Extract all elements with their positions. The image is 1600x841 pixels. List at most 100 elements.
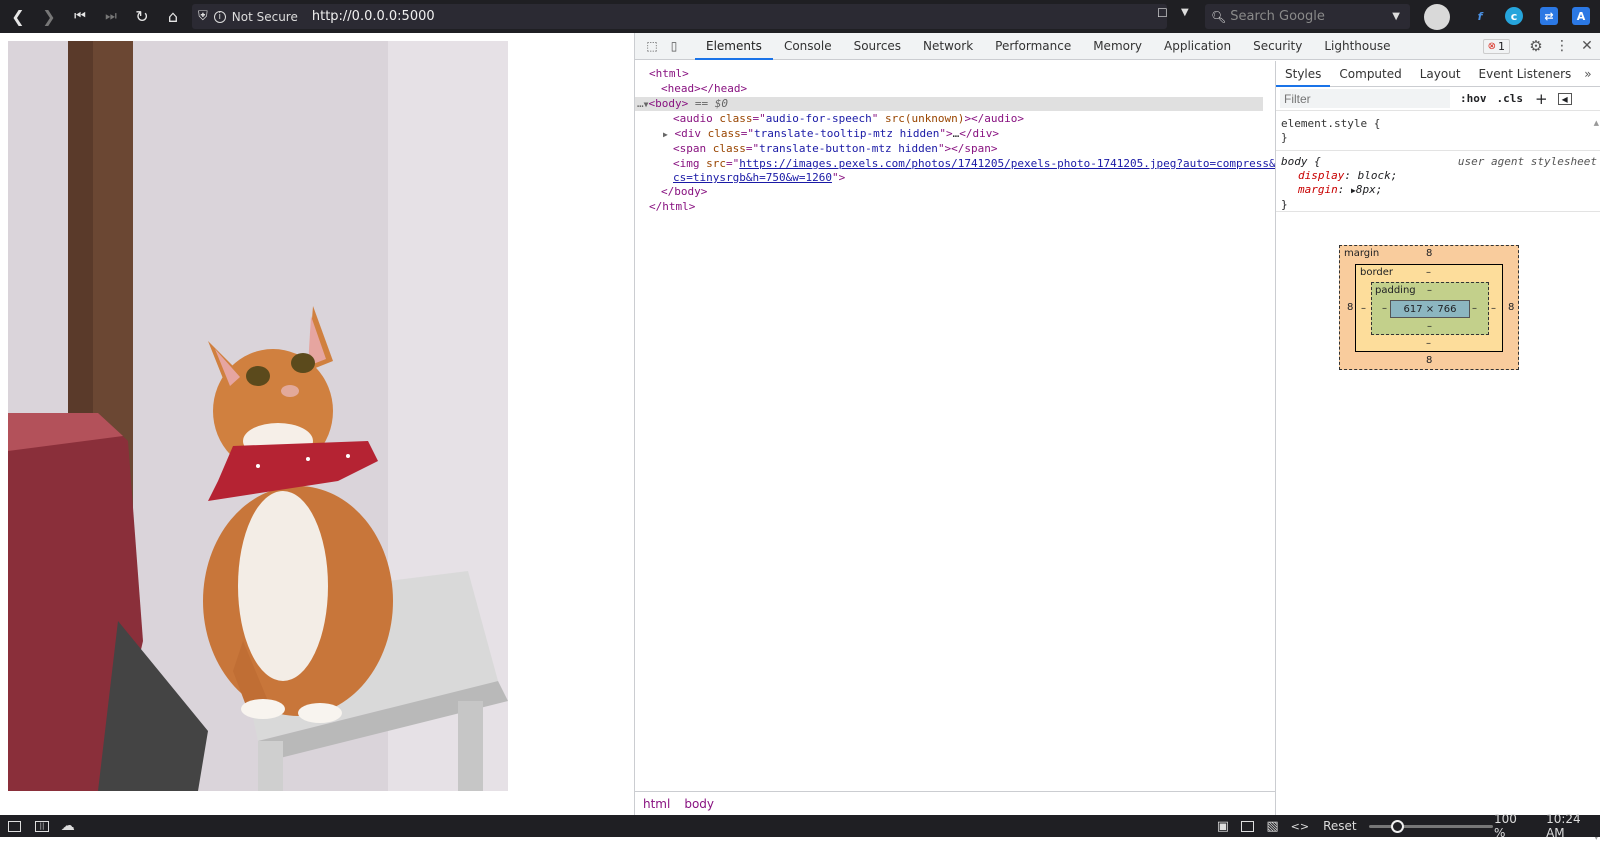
tab-event-listeners[interactable]: Event Listeners	[1470, 61, 1581, 87]
content-size: 617 × 766	[1403, 303, 1457, 315]
scroll-up-icon[interactable]: ▲	[1594, 119, 1599, 127]
home-icon[interactable]: ⌂	[160, 4, 186, 30]
padding-bottom-value[interactable]: –	[1427, 321, 1432, 332]
search-box[interactable]: 🔍︎ ▼	[1205, 4, 1410, 29]
dom-img-cont[interactable]: cs=tinysrgb&h=750&w=1260">	[673, 171, 845, 185]
margin-bottom-value[interactable]: 8	[1426, 355, 1432, 366]
cat-photo	[8, 41, 508, 791]
html-open-tag: <html>	[649, 67, 689, 80]
hov-toggle[interactable]: :hov	[1460, 92, 1487, 105]
settings-icon[interactable]: ⚙	[1522, 37, 1550, 55]
chevron-down-icon[interactable]: ▼	[1181, 7, 1189, 18]
dom-div[interactable]: ▶ <div class="translate-tooltip-mtz hidd…	[663, 127, 999, 142]
reset-zoom-button[interactable]: Reset	[1323, 819, 1357, 833]
window-icon[interactable]	[1241, 820, 1255, 832]
code-icon[interactable]: <>	[1291, 820, 1309, 833]
span-class-value: translate-button-mtz hidden	[759, 142, 938, 155]
zoom-level: 100 %	[1494, 812, 1517, 840]
last-page-icon[interactable]: ⏭	[98, 4, 124, 30]
add-rule-icon[interactable]: +	[1535, 90, 1548, 108]
error-icon: ⊗	[1487, 40, 1496, 52]
info-icon[interactable]: i	[213, 10, 226, 23]
dom-span[interactable]: <span class="translate-button-mtz hidden…	[673, 142, 998, 156]
zoom-slider-thumb[interactable]	[1390, 820, 1404, 833]
border-label: border	[1360, 267, 1394, 278]
image-icon[interactable]: ▧	[1266, 819, 1278, 834]
bookmark-icon[interactable]: ☐	[1157, 6, 1168, 20]
box-model-diagram: margin 8 8 8 8 border – – – – padding – …	[1339, 245, 1519, 370]
extension-translate-icon[interactable]: ⇄	[1540, 7, 1558, 25]
search-icon: 🔍︎	[1211, 9, 1227, 24]
element-style-close: }	[1281, 131, 1288, 144]
element-style-rule: element.style { }	[1281, 117, 1380, 145]
cls-toggle[interactable]: .cls	[1497, 92, 1524, 105]
error-badge[interactable]: ⊗ 1	[1482, 38, 1510, 54]
dom-html-open[interactable]: <html>	[649, 67, 689, 81]
ellipsis-icon: …	[637, 97, 644, 110]
clock: 10:24 AM	[1546, 812, 1581, 840]
avatar[interactable]	[1424, 4, 1450, 30]
dom-html-close[interactable]: </html>	[649, 200, 695, 214]
tab-performance[interactable]: Performance	[984, 33, 1082, 60]
search-input[interactable]	[1230, 9, 1381, 24]
extension-translate2-icon[interactable]: A	[1572, 7, 1590, 25]
body-close-tag: </body>	[661, 185, 708, 198]
url-text[interactable]: http://0.0.0.0:5000	[312, 9, 435, 24]
dom-body-close[interactable]: </body>	[661, 185, 707, 199]
more-tabs-icon[interactable]: »	[1584, 67, 1591, 81]
reload-icon[interactable]: ↻	[129, 4, 155, 30]
more-options-icon[interactable]: ⋮	[1550, 38, 1574, 54]
tab-elements[interactable]: Elements	[695, 33, 773, 60]
back-icon[interactable]: ❮	[5, 4, 31, 30]
toggle-sidebar-icon[interactable]: ◂	[1557, 92, 1572, 106]
img-src-link-cont[interactable]: cs=tinysrgb&h=750&w=1260	[673, 171, 832, 184]
inspect-element-icon[interactable]: ⬚	[641, 39, 663, 53]
img-src-link[interactable]: https://images.pexels.com/photos/1741205…	[739, 157, 1275, 170]
border-top-value[interactable]: –	[1426, 267, 1431, 278]
padding-top-value[interactable]: –	[1427, 285, 1432, 296]
forward-icon[interactable]: ❯	[36, 4, 62, 30]
first-page-icon[interactable]: ⏮	[67, 4, 93, 30]
border-left-value[interactable]: –	[1361, 303, 1366, 314]
breadcrumb-body[interactable]: body	[684, 797, 714, 811]
device-toolbar-icon[interactable]: ▯	[663, 39, 685, 53]
breadcrumb-html[interactable]: html	[643, 797, 670, 811]
tab-computed[interactable]: Computed	[1330, 61, 1410, 87]
sidebar-toggle-icon[interactable]	[8, 820, 22, 832]
border-right-value[interactable]: –	[1491, 303, 1496, 314]
tab-console[interactable]: Console	[773, 33, 843, 60]
tab-lighthouse[interactable]: Lighthouse	[1313, 33, 1401, 60]
margin-right-value[interactable]: 8	[1508, 302, 1514, 313]
dom-head[interactable]: <head></head>	[661, 82, 747, 96]
tab-network[interactable]: Network	[912, 33, 984, 60]
padding-left-value[interactable]: –	[1382, 303, 1387, 314]
margin-top-value[interactable]: 8	[1426, 248, 1432, 259]
extension-f-icon[interactable]: f	[1471, 7, 1489, 25]
dom-img[interactable]: <img src="https://images.pexels.com/phot…	[673, 157, 1276, 171]
extension-c-icon[interactable]: c	[1505, 7, 1523, 25]
dom-audio[interactable]: <audio class="audio-for-speech" src(unkn…	[673, 112, 1024, 126]
zoom-slider[interactable]	[1368, 820, 1493, 833]
border-bottom-value[interactable]: –	[1426, 338, 1431, 349]
padding-right-value[interactable]: –	[1472, 303, 1477, 314]
audio-class-value: audio-for-speech	[765, 112, 872, 125]
address-bar[interactable]: ⛨ i Not Secure http://0.0.0.0:5000	[192, 4, 1167, 29]
close-devtools-icon[interactable]: ✕	[1574, 38, 1600, 54]
collapse-arrow-icon[interactable]: ▶	[663, 130, 668, 139]
margin-left-value[interactable]: 8	[1347, 302, 1353, 313]
styles-filter-input[interactable]	[1280, 89, 1450, 108]
tab-application[interactable]: Application	[1153, 33, 1242, 60]
styles-pane: Styles Computed Layout Event Listeners »…	[1275, 61, 1600, 841]
panels-icon[interactable]: ||	[35, 820, 49, 832]
tab-styles[interactable]: Styles	[1276, 61, 1331, 87]
tab-memory[interactable]: Memory	[1082, 33, 1153, 60]
dom-body-selected[interactable]: …▼<body> == $0	[635, 97, 1263, 111]
devtools-panel: ⬚ ▯ Elements Console Sources Network Per…	[634, 33, 1600, 841]
tab-sources[interactable]: Sources	[843, 33, 912, 60]
camera-icon[interactable]: ▣	[1217, 819, 1229, 834]
content-box[interactable]: 617 × 766	[1390, 300, 1470, 318]
tab-layout[interactable]: Layout	[1411, 61, 1470, 87]
search-dropdown-icon[interactable]: ▼	[1392, 11, 1400, 22]
cloud-icon[interactable]: ☁	[61, 818, 75, 834]
tab-security[interactable]: Security	[1242, 33, 1313, 60]
